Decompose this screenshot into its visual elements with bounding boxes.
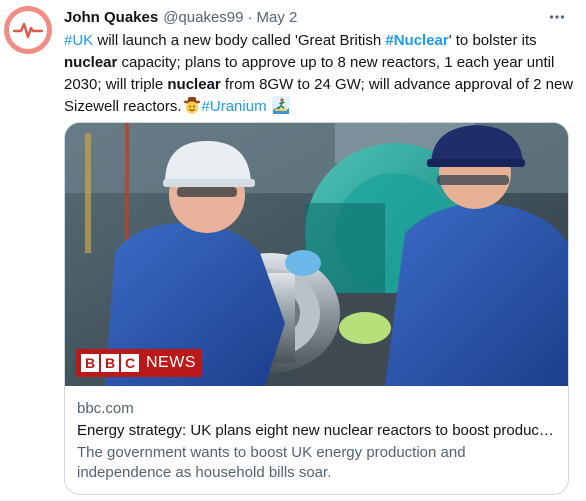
hashtag-uk[interactable]: #UK bbox=[64, 32, 93, 49]
tweet-text-part: ' to bolster its bbox=[448, 32, 537, 49]
card-image[interactable]: B B C NEWS bbox=[65, 123, 568, 386]
card-description: The government wants to boost UK energy … bbox=[77, 444, 466, 481]
tweet[interactable]: John Quakes @quakes99 · May 2 #UK will l… bbox=[0, 0, 586, 501]
card-domain: bbc.com bbox=[77, 400, 134, 417]
hashtag-nuclear[interactable]: #Nuclear bbox=[385, 32, 448, 49]
right-worker bbox=[385, 203, 568, 386]
bbc-logo-letter: B bbox=[81, 354, 99, 372]
separator-dot: · bbox=[247, 8, 253, 26]
more-options-button[interactable] bbox=[544, 4, 570, 30]
card-meta[interactable]: bbc.com Energy strategy: UK plans eight … bbox=[77, 399, 556, 483]
keyword-nuclear: nuclear bbox=[167, 76, 221, 93]
tweet-date[interactable]: May 2 bbox=[256, 9, 297, 26]
cowboy-face-emoji bbox=[183, 96, 201, 114]
bbc-logo-news: NEWS bbox=[146, 354, 196, 371]
keyword-nuclear: nuclear bbox=[64, 54, 118, 71]
surfer-emoji bbox=[271, 96, 290, 114]
avatar[interactable] bbox=[4, 6, 52, 54]
heartbeat-icon bbox=[9, 11, 47, 49]
bbc-news-logo: B B C NEWS bbox=[76, 349, 202, 377]
hashtag-uranium[interactable]: #Uranium bbox=[202, 98, 267, 115]
link-card[interactable]: B B C NEWS bbc.com Energy strategy: UK p… bbox=[64, 122, 569, 495]
tweet-text-part: will launch a new body called 'Great Bri… bbox=[93, 32, 386, 49]
tweet-header: John Quakes @quakes99 · May 2 bbox=[64, 6, 570, 28]
more-icon bbox=[549, 15, 565, 19]
author-handle[interactable]: @quakes99 bbox=[163, 9, 243, 26]
bbc-logo-letter: B bbox=[101, 354, 119, 372]
bbc-logo-letter: C bbox=[121, 354, 139, 372]
card-title[interactable]: Energy strategy: UK plans eight new nucl… bbox=[77, 421, 556, 441]
tweet-text: #UK will launch a new body called 'Great… bbox=[64, 30, 574, 118]
author-display-name[interactable]: John Quakes bbox=[64, 9, 158, 26]
